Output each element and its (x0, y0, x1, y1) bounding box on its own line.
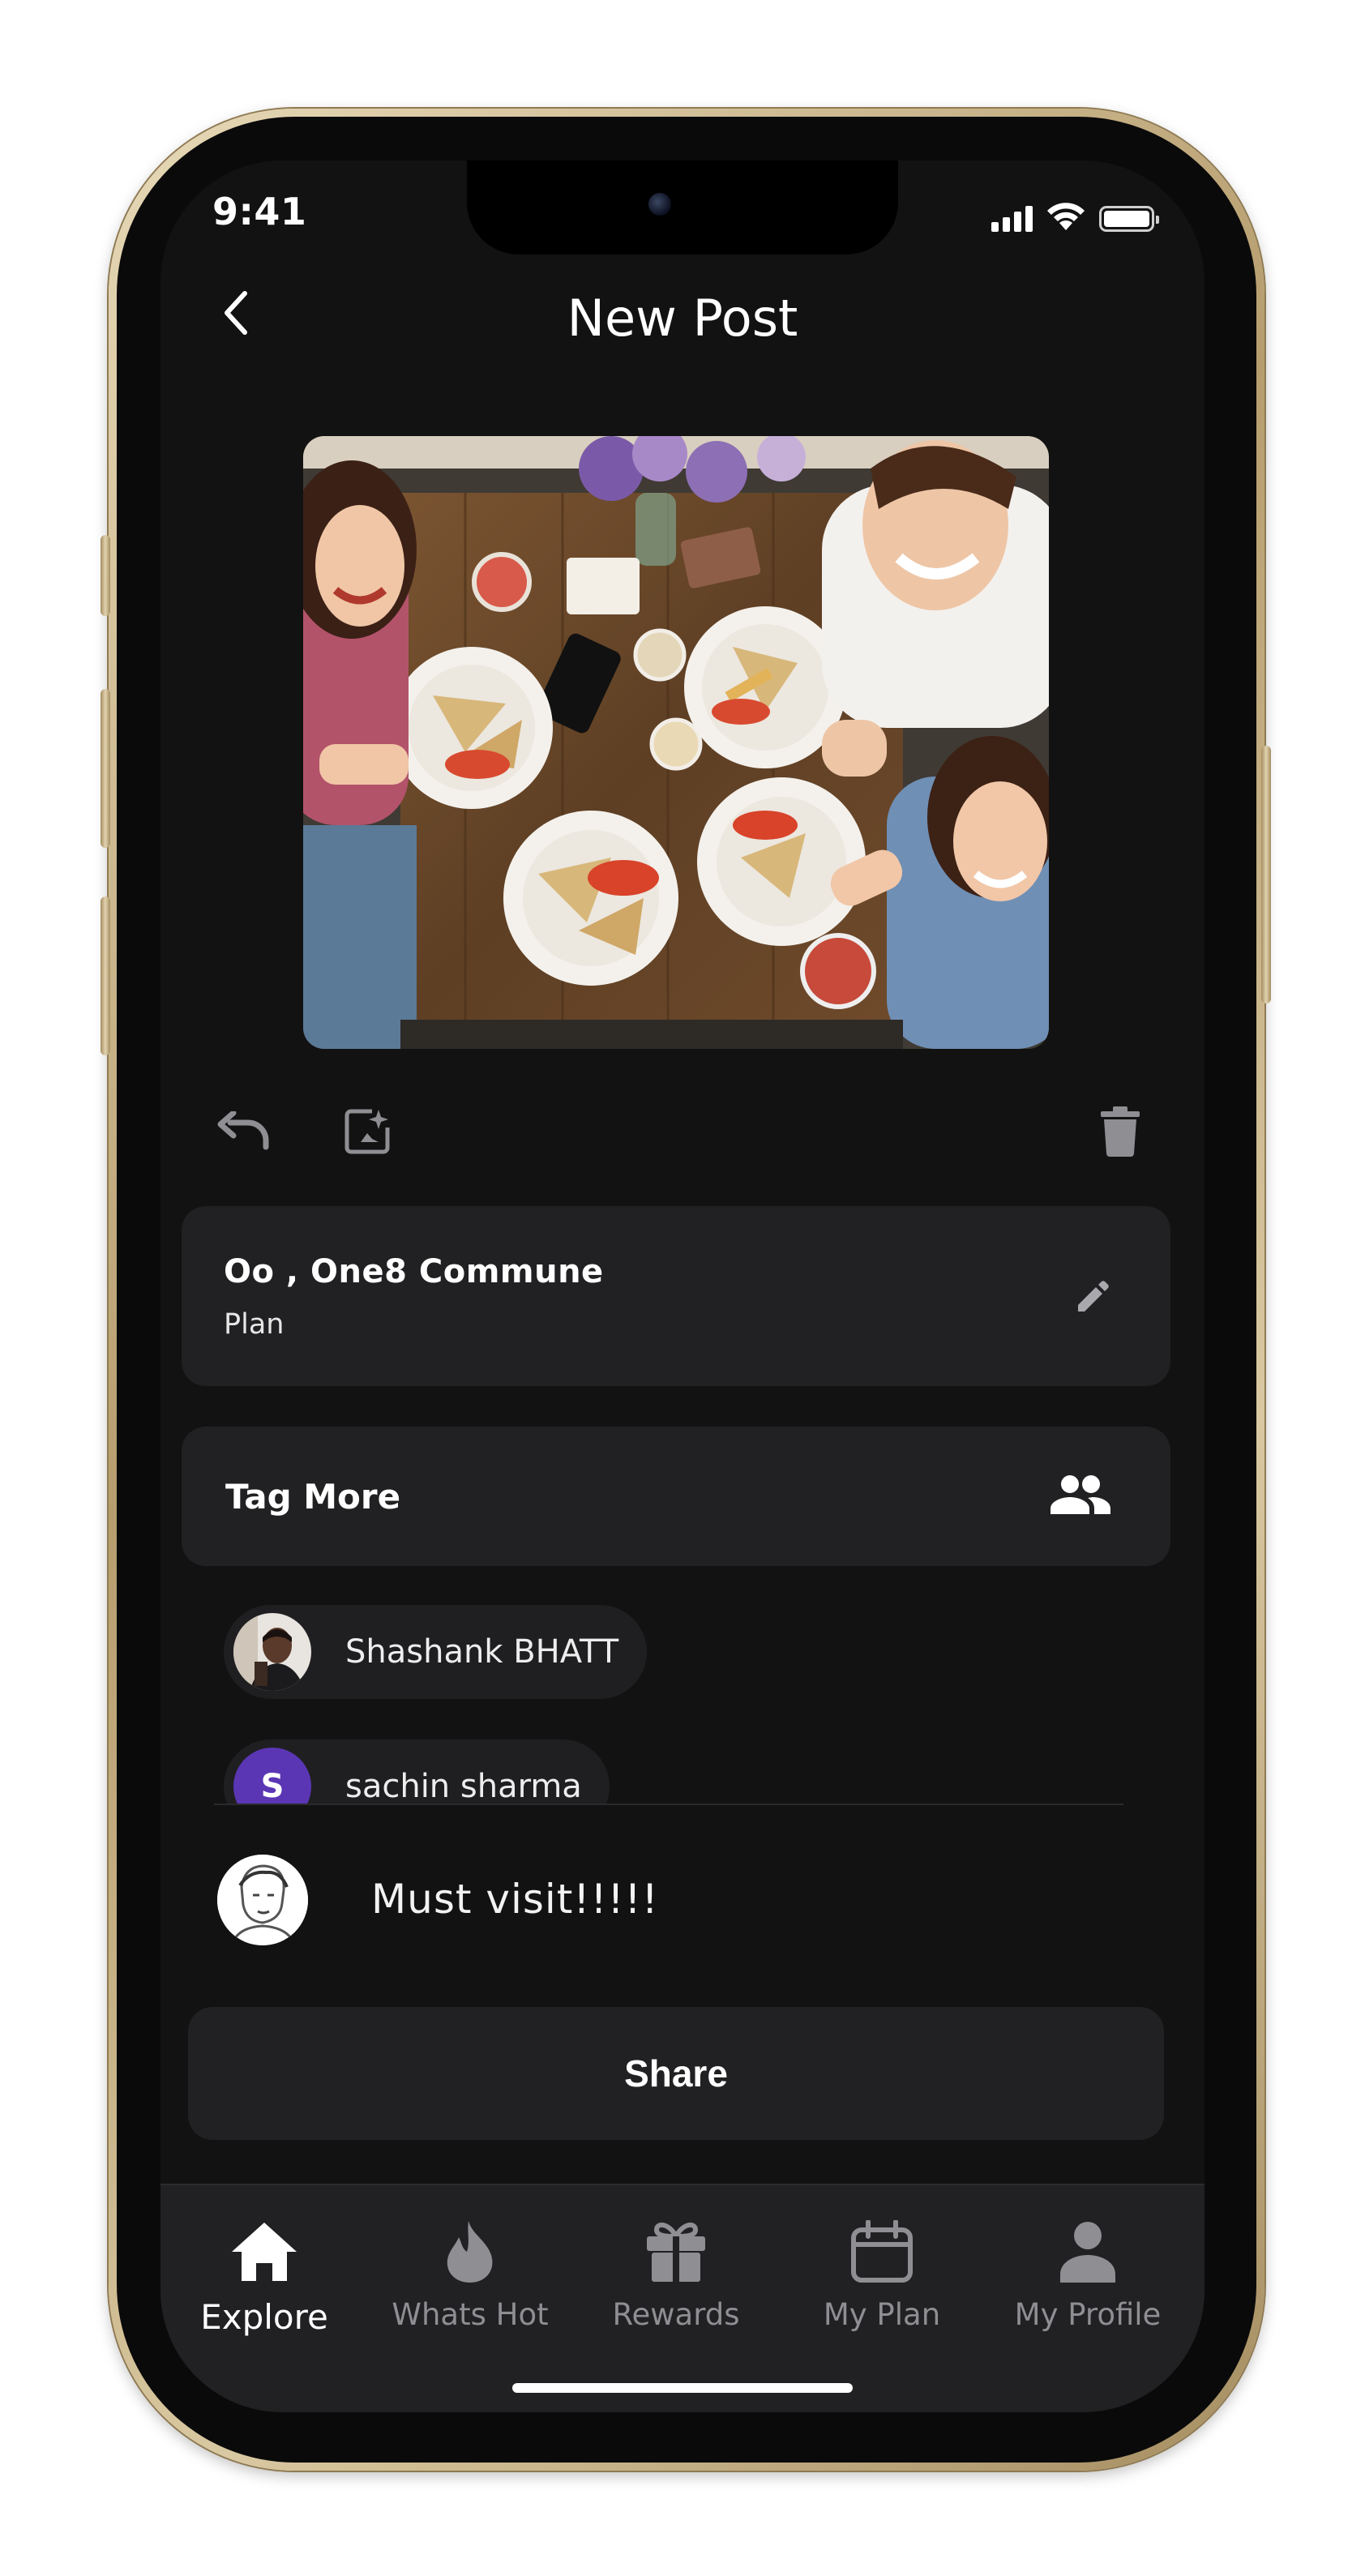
status-time: 9:41 (212, 190, 307, 233)
home-icon (232, 2223, 297, 2281)
magic-edit-icon (344, 1109, 390, 1154)
home-indicator (512, 2383, 853, 2393)
cellular-signal-icon (991, 204, 1033, 232)
undo-icon (217, 1111, 269, 1150)
tab-my-plan[interactable]: My Plan (785, 2218, 979, 2347)
tagged-users-scroll: S sachin sharma (160, 1725, 1205, 1804)
divider (214, 1804, 1123, 1805)
wifi-icon (1047, 203, 1085, 230)
tagged-user-chip[interactable]: S sachin sharma (224, 1739, 610, 1804)
volume-up-button (101, 689, 110, 848)
photo-toolbar (160, 1099, 1205, 1164)
tag-people-button[interactable] (1047, 1469, 1112, 1521)
tag-more-label: Tag More (225, 1477, 401, 1517)
notch (467, 160, 898, 255)
power-button (1261, 746, 1271, 1003)
user-photo-avatar (233, 1613, 311, 1691)
page-title: New Post (567, 289, 798, 348)
tab-label: Whats Hot (392, 2297, 549, 2332)
flame-icon (447, 2221, 493, 2283)
tab-whats-hot[interactable]: Whats Hot (373, 2218, 567, 2347)
enhance-button[interactable] (336, 1099, 400, 1164)
front-camera (648, 193, 671, 216)
trash-icon (1101, 1106, 1140, 1157)
avatar: S (233, 1748, 311, 1804)
mute-switch (101, 535, 110, 616)
avatar (217, 1855, 308, 1945)
undo-button[interactable] (209, 1099, 274, 1164)
tag-more-card[interactable]: Tag More (182, 1427, 1170, 1566)
gift-icon (647, 2222, 705, 2282)
tagged-user-name: sachin sharma (345, 1768, 582, 1804)
tagged-user-chip[interactable]: Shashank BHATT (224, 1605, 647, 1699)
tagged-user-name: Shashank BHATT (345, 1633, 619, 1671)
plan-card[interactable]: Oo , One8 Commune Plan (182, 1206, 1170, 1386)
status-icons (991, 199, 1159, 232)
tab-rewards[interactable]: Rewards (579, 2218, 773, 2347)
volume-down-button (101, 896, 110, 1055)
app-screen: 9:41 New Post Oo , One8 Commune Plan Tag… (160, 160, 1205, 2412)
people-icon (1050, 1475, 1110, 1514)
edit-plan-button[interactable] (1072, 1276, 1114, 1318)
tab-my-profile[interactable]: My Profile (991, 2218, 1185, 2347)
plan-subtitle: Plan (224, 1308, 285, 1341)
calendar-icon (851, 2220, 913, 2283)
tab-explore[interactable]: Explore (167, 2218, 362, 2347)
post-caption[interactable]: Must visit!!!!! (371, 1876, 659, 1923)
tab-label: Rewards (612, 2297, 740, 2332)
battery-icon (1099, 206, 1159, 232)
share-button[interactable]: Share (188, 2007, 1164, 2140)
person-icon (1060, 2222, 1115, 2283)
pencil-icon (1078, 1281, 1109, 1312)
avatar (233, 1613, 311, 1691)
group-dinner-photo (303, 436, 1049, 1049)
tab-label: Explore (200, 2297, 328, 2337)
tab-label: My Plan (823, 2297, 941, 2332)
delete-button[interactable] (1088, 1099, 1153, 1164)
bottom-tab-bar: Explore Whats Hot Rewards My Plan My Pro… (160, 2184, 1205, 2412)
tab-label: My Profile (1014, 2297, 1162, 2332)
post-photo (303, 436, 1049, 1049)
sketch-avatar (217, 1855, 308, 1945)
plan-title: Oo , One8 Commune (224, 1253, 604, 1290)
